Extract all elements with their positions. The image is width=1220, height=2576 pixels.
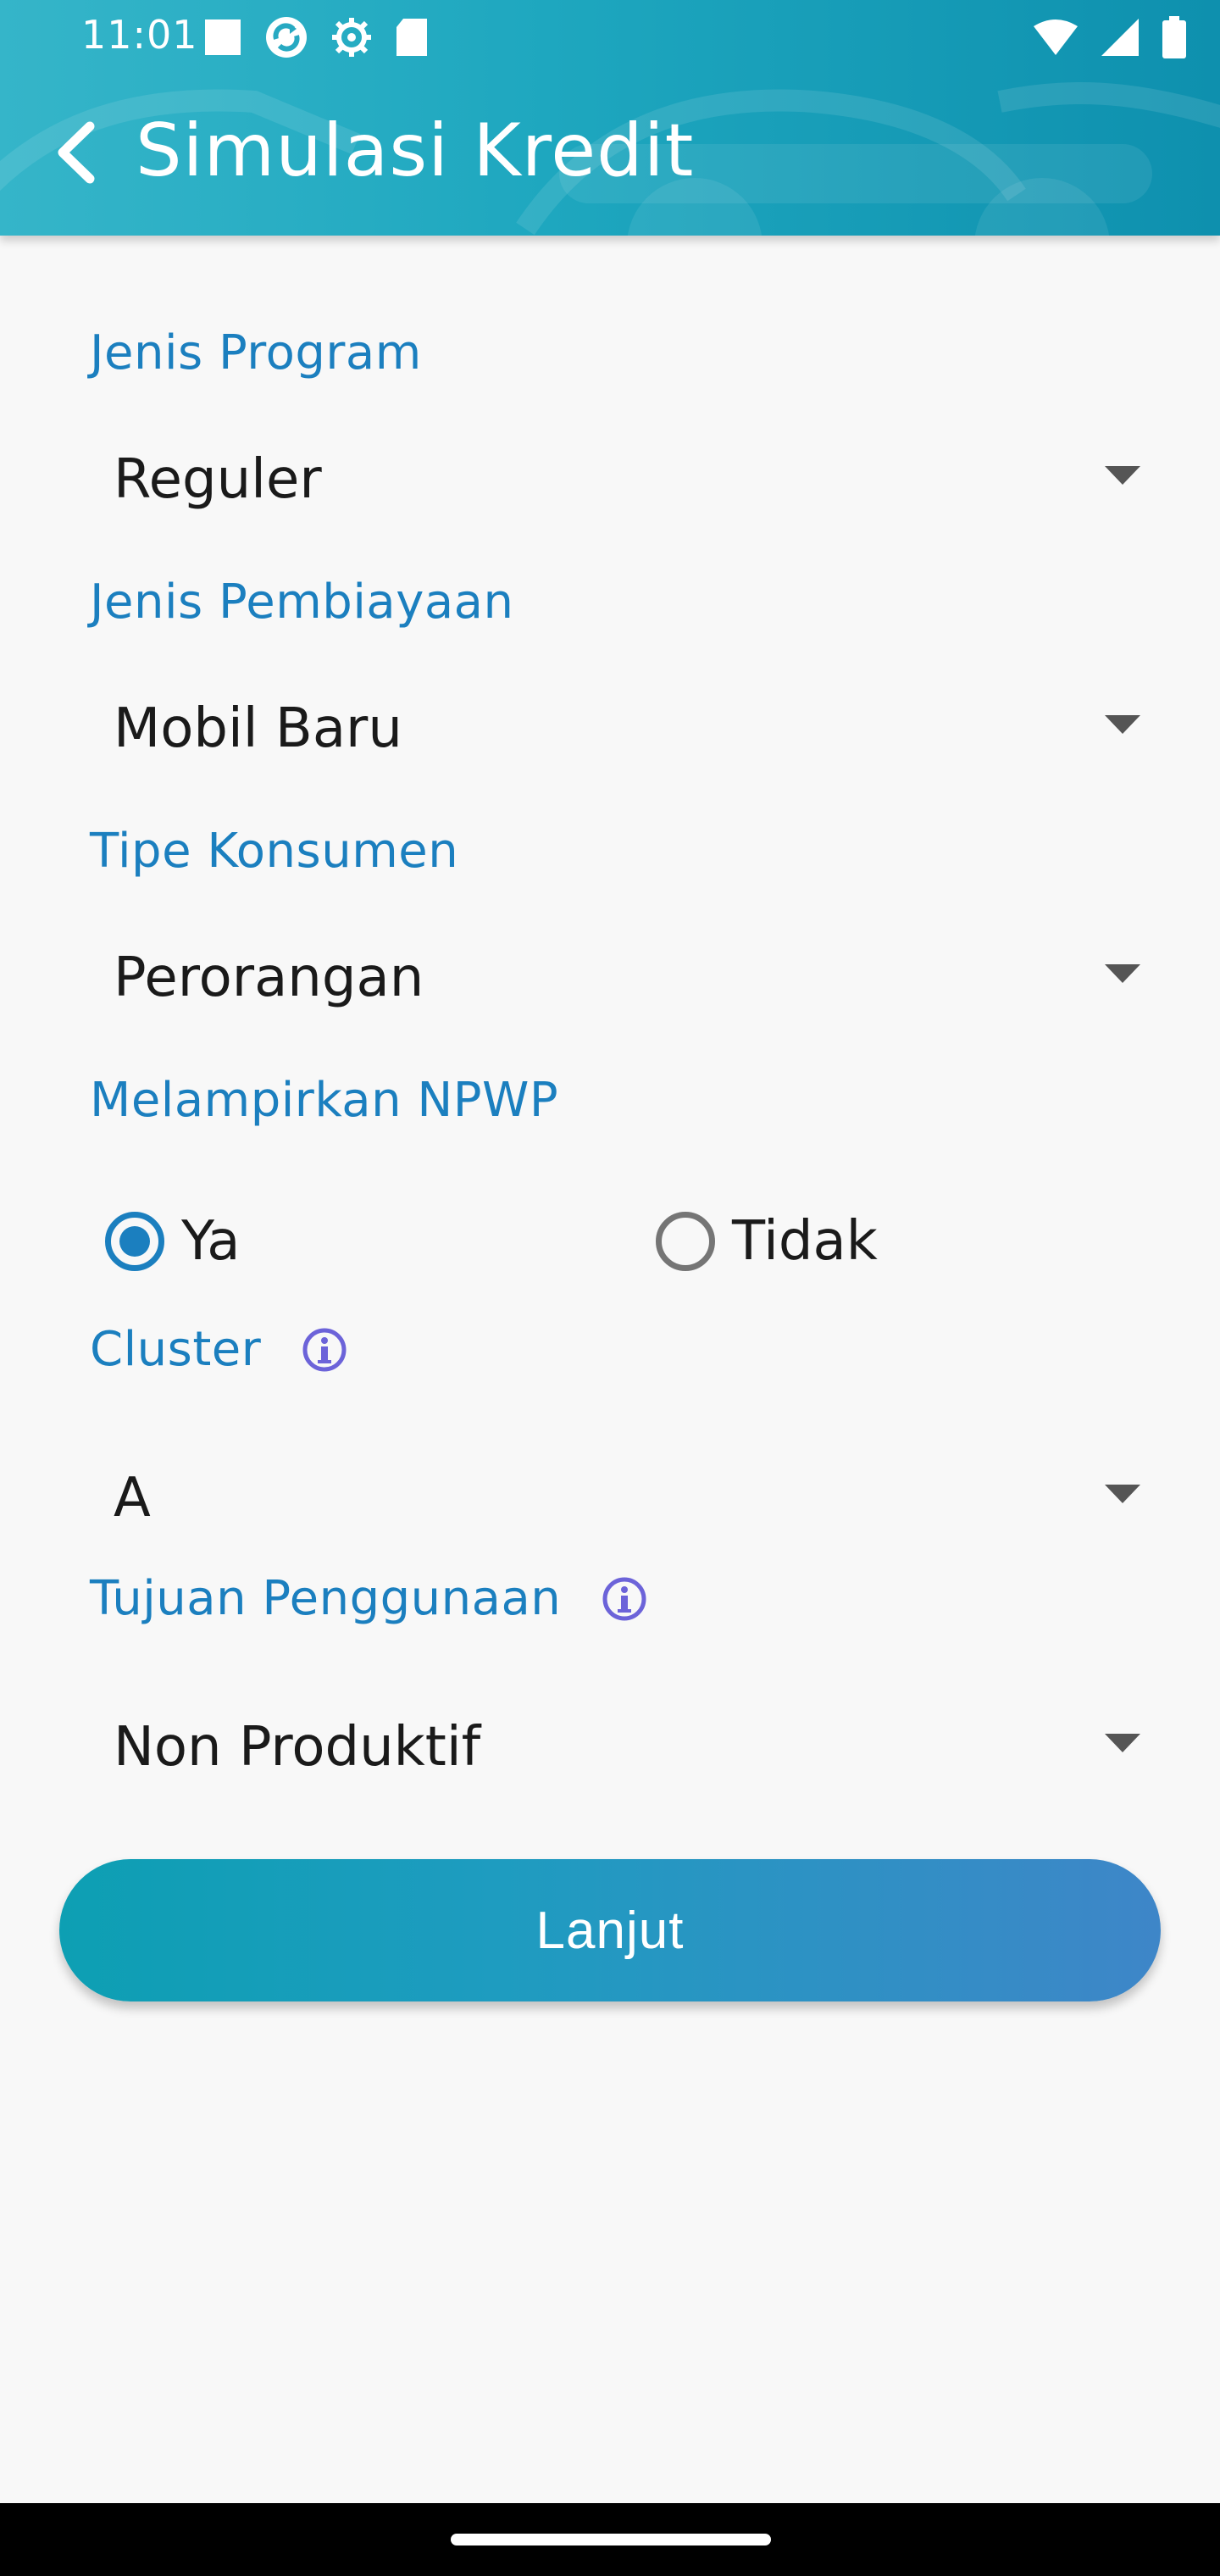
jenis-program-label-text: Jenis Program xyxy=(90,325,422,380)
notification-square-icon xyxy=(203,18,242,57)
jenis-pembiayaan-value: Mobil Baru xyxy=(114,697,402,760)
page-title: Simulasi Kredit xyxy=(136,108,695,193)
cluster-dropdown[interactable]: A xyxy=(90,1447,1140,1549)
sync-icon xyxy=(264,15,308,59)
dropdown-arrow-icon xyxy=(1105,964,1140,983)
status-time: 11:01 xyxy=(81,12,198,58)
jenis-pembiayaan-label-text: Jenis Pembiayaan xyxy=(90,575,514,630)
cluster-label: Cluster xyxy=(90,1322,347,1377)
radio-checked-icon xyxy=(105,1212,164,1271)
lanjut-button[interactable]: Lanjut xyxy=(59,1859,1161,2001)
npwp-radio-tidak-label: Tidak xyxy=(732,1210,878,1273)
npwp-label-text: Melampirkan NPWP xyxy=(90,1073,559,1128)
npwp-label: Melampirkan NPWP xyxy=(90,1073,558,1128)
tipe-konsumen-label: Tipe Konsumen xyxy=(90,824,458,879)
jenis-program-value: Reguler xyxy=(114,448,322,511)
cluster-label-text: Cluster xyxy=(90,1322,262,1377)
tipe-konsumen-label-text: Tipe Konsumen xyxy=(90,824,459,879)
dropdown-arrow-icon xyxy=(1105,1734,1140,1752)
header: 11:01 Simulasi Kredit xyxy=(0,0,1220,236)
jenis-program-dropdown[interactable]: Reguler xyxy=(90,429,1140,530)
system-navigation-bar xyxy=(0,2503,1220,2576)
wifi-icon xyxy=(1034,19,1078,55)
jenis-pembiayaan-dropdown[interactable]: Mobil Baru xyxy=(90,678,1140,780)
tujuan-penggunaan-info-icon[interactable] xyxy=(602,1576,647,1622)
npwp-radio-tidak[interactable]: Tidak xyxy=(656,1195,878,1288)
jenis-program-label: Jenis Program xyxy=(90,325,422,380)
status-bar: 11:01 xyxy=(0,0,1220,71)
home-gesture-handle[interactable] xyxy=(451,2534,771,2545)
arrow-back-icon xyxy=(58,121,95,184)
back-button[interactable] xyxy=(41,117,112,188)
npwp-radio-ya-label: Ya xyxy=(181,1210,241,1273)
radio-unchecked-icon xyxy=(656,1212,715,1271)
signal-icon xyxy=(1101,19,1139,56)
cluster-value: A xyxy=(114,1467,151,1530)
tujuan-penggunaan-value: Non Produktif xyxy=(114,1716,481,1779)
status-icons-right xyxy=(1034,15,1186,59)
settings-icon xyxy=(330,16,373,58)
npwp-radio-ya[interactable]: Ya xyxy=(105,1195,241,1288)
battery-icon xyxy=(1162,16,1186,58)
cluster-info-icon[interactable] xyxy=(302,1327,347,1373)
status-icons-left xyxy=(203,15,429,59)
tujuan-penggunaan-dropdown[interactable]: Non Produktif xyxy=(90,1696,1140,1798)
tipe-konsumen-value: Perorangan xyxy=(114,947,424,1009)
dropdown-arrow-icon xyxy=(1105,466,1140,485)
sd-card-icon xyxy=(395,17,429,58)
dropdown-arrow-icon xyxy=(1105,1485,1140,1503)
app-bar: Simulasi Kredit xyxy=(0,71,1220,236)
dropdown-arrow-icon xyxy=(1105,715,1140,734)
jenis-pembiayaan-label: Jenis Pembiayaan xyxy=(90,575,513,630)
tujuan-penggunaan-label: Tujuan Penggunaan xyxy=(90,1571,647,1626)
tujuan-penggunaan-label-text: Tujuan Penggunaan xyxy=(90,1571,562,1626)
tipe-konsumen-dropdown[interactable]: Perorangan xyxy=(90,927,1140,1029)
npwp-radio-group: Ya Tidak xyxy=(90,1195,1140,1288)
